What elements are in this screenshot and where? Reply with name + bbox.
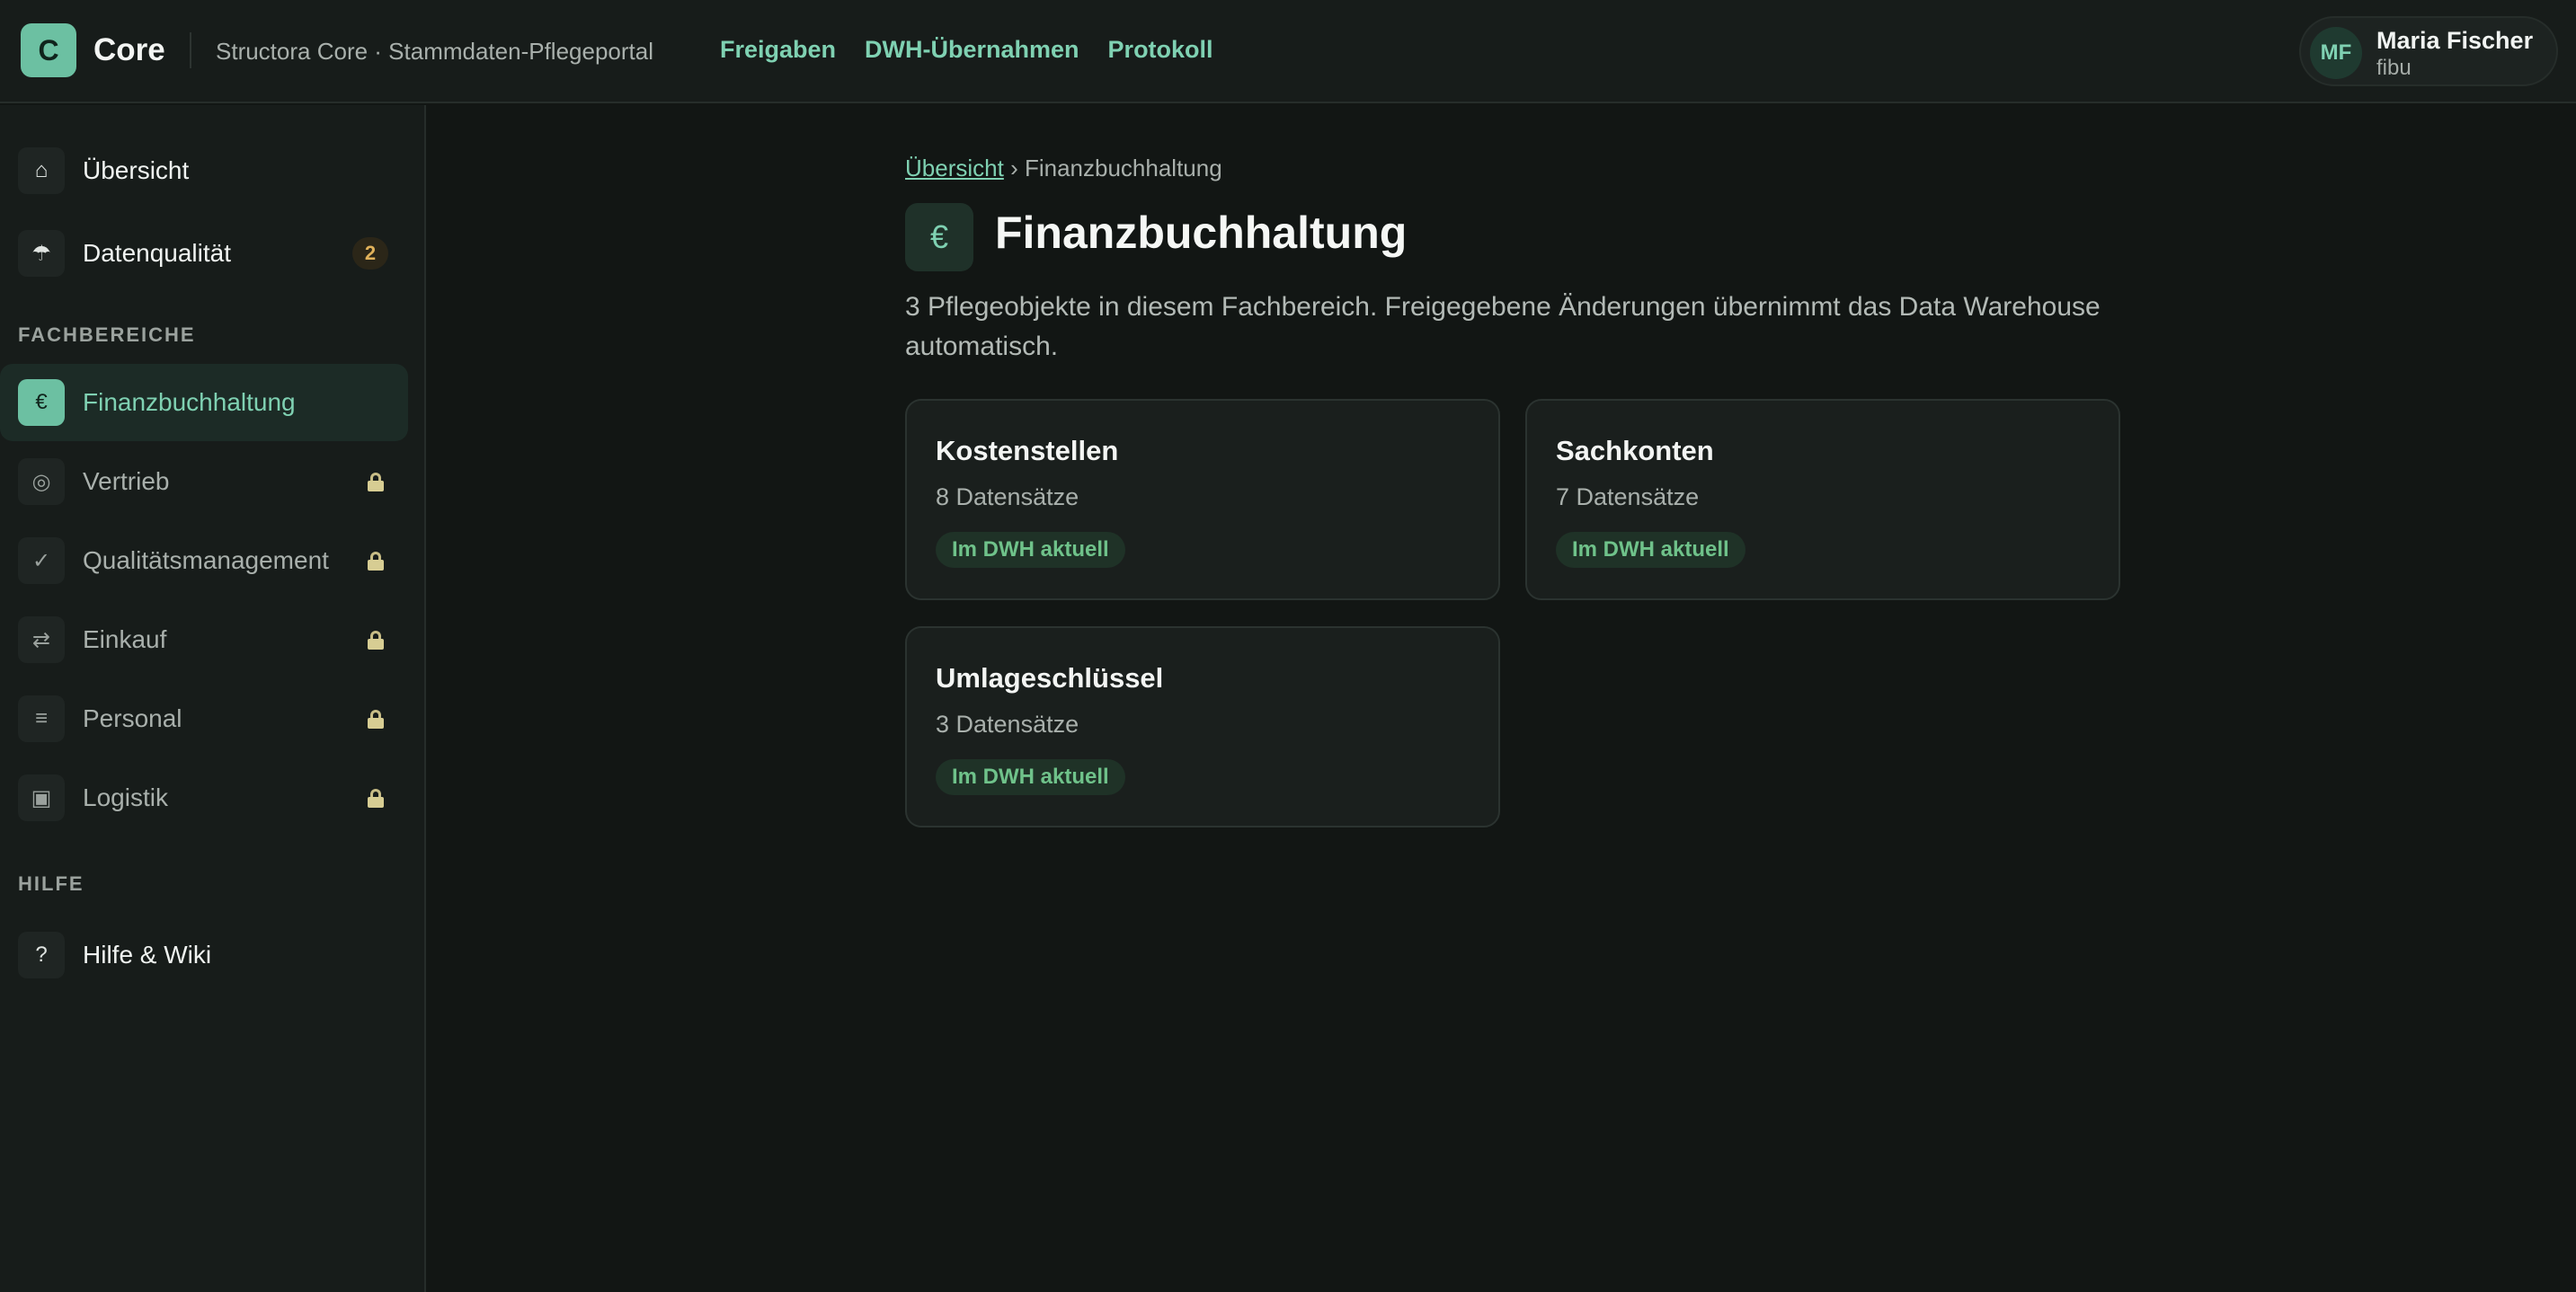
sidebar: ⌂ Übersicht ☂ Datenqualität 2 FACHBEREIC… <box>0 105 426 1292</box>
umbrella-icon: ☂ <box>18 230 65 277</box>
check-icon: ✓ <box>18 537 65 584</box>
home-icon: ⌂ <box>18 147 65 194</box>
lock-icon <box>368 552 384 571</box>
sidebar-item-label: Personal <box>83 704 182 732</box>
top-nav: Freigaben DWH-Übernahmen Protokoll <box>720 36 1213 64</box>
nav-link-protokoll[interactable]: Protokoll <box>1108 36 1213 64</box>
sidebar-item-qualitaetsmanagement[interactable]: ✓ Qualitätsmanagement <box>0 522 408 599</box>
breadcrumb: Übersicht › Finanzbuchhaltung <box>905 155 1222 182</box>
breadcrumb-current: Finanzbuchhaltung <box>1024 155 1222 181</box>
exchange-icon: ⇄ <box>18 616 65 663</box>
user-name: Maria Fischer <box>2376 27 2534 54</box>
status-badge: Im DWH aktuell <box>936 759 1125 795</box>
card-record-count: 3 Datensätze <box>936 711 1079 738</box>
card-record-count: 8 Datensätze <box>936 483 1079 510</box>
logo-badge[interactable]: C <box>21 23 76 77</box>
sidebar-item-datenqualitaet[interactable]: ☂ Datenqualität 2 <box>0 215 408 292</box>
lock-icon <box>368 631 384 650</box>
card-record-count: 7 Datensätze <box>1556 483 1700 510</box>
card-umlageschluessel[interactable]: Umlageschlüssel 3 Datensätze Im DWH aktu… <box>905 626 1500 827</box>
status-badge: Im DWH aktuell <box>1556 532 1745 568</box>
breadcrumb-separator: › <box>1010 155 1018 181</box>
euro-icon: € <box>905 203 973 271</box>
sidebar-item-finanzbuchhaltung[interactable]: € Finanzbuchhaltung <box>0 364 408 441</box>
lock-icon <box>368 789 384 808</box>
sidebar-item-label: Hilfe & Wiki <box>83 941 212 969</box>
app-name[interactable]: Core <box>93 32 165 68</box>
user-menu[interactable]: MF Maria Fischer fibu <box>2299 16 2558 86</box>
sidebar-item-einkauf[interactable]: ⇄ Einkauf <box>0 601 408 678</box>
lock-icon <box>368 710 384 729</box>
sidebar-item-label: Datenqualität <box>83 239 232 267</box>
nav-link-dwh-uebernahmen[interactable]: DWH-Übernahmen <box>865 36 1079 64</box>
section-label-fachbereiche: FACHBEREICHE <box>18 323 196 346</box>
top-header: C Core Structora Core · Stammdaten-Pfleg… <box>0 0 2576 103</box>
euro-icon: € <box>18 379 65 426</box>
card-sachkonten[interactable]: Sachkonten 7 Datensätze Im DWH aktuell <box>1525 399 2120 600</box>
breadcrumb-link-uebersicht[interactable]: Übersicht <box>905 155 1004 181</box>
nav-link-freigaben[interactable]: Freigaben <box>720 36 836 64</box>
card-title: Sachkonten <box>1556 435 1714 466</box>
list-icon: ≡ <box>18 695 65 742</box>
sidebar-item-hilfe-wiki[interactable]: ? Hilfe & Wiki <box>0 916 408 994</box>
page-description: 3 Pflegeobjekte in diesem Fachbereich. F… <box>905 292 2101 361</box>
issue-count-badge: 2 <box>352 237 388 270</box>
sidebar-item-label: Qualitätsmanagement <box>83 546 329 574</box>
header-divider <box>190 32 191 68</box>
target-icon: ◎ <box>18 458 65 505</box>
sidebar-item-label: Einkauf <box>83 625 167 653</box>
box-icon: ▣ <box>18 774 65 821</box>
card-kostenstellen[interactable]: Kostenstellen 8 Datensätze Im DWH aktuel… <box>905 399 1500 600</box>
help-icon: ? <box>18 932 65 978</box>
section-label-hilfe: HILFE <box>18 872 84 895</box>
sidebar-item-vertrieb[interactable]: ◎ Vertrieb <box>0 443 408 520</box>
sidebar-item-label: Logistik <box>83 783 168 811</box>
status-badge: Im DWH aktuell <box>936 532 1125 568</box>
avatar: MF <box>2310 27 2362 79</box>
card-title: Umlageschlüssel <box>936 662 1164 694</box>
sidebar-item-label: Übersicht <box>83 156 190 184</box>
user-role: fibu <box>2376 56 2412 80</box>
lock-icon <box>368 473 384 491</box>
sidebar-item-uebersicht[interactable]: ⌂ Übersicht <box>0 132 408 209</box>
sidebar-item-logistik[interactable]: ▣ Logistik <box>0 759 408 836</box>
sidebar-item-label: Vertrieb <box>83 467 170 495</box>
sidebar-item-label: Finanzbuchhaltung <box>83 388 296 416</box>
app-subtitle: Structora Core · Stammdaten-Pflegeportal <box>216 38 653 65</box>
sidebar-item-personal[interactable]: ≡ Personal <box>0 680 408 757</box>
card-title: Kostenstellen <box>936 435 1119 466</box>
page-title: Finanzbuchhaltung <box>995 208 1408 258</box>
